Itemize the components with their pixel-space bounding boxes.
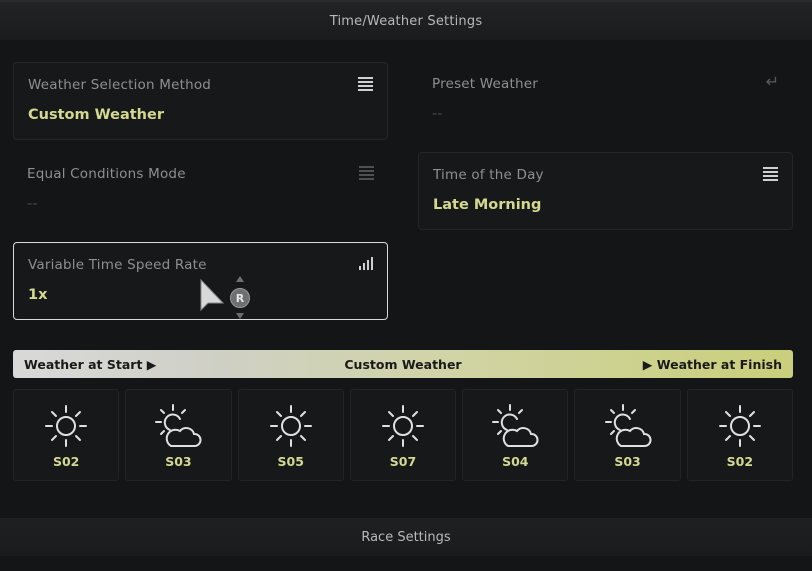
- weather-slot-code: S03: [165, 454, 192, 469]
- section-footer[interactable]: Race Settings: [0, 518, 812, 556]
- setting-value: --: [27, 196, 38, 212]
- weather-selection-method-setting[interactable]: Weather Selection Method Custom Weather: [13, 62, 388, 140]
- race-settings-label: Race Settings: [361, 529, 451, 545]
- weather-slot-code: S05: [277, 454, 304, 469]
- weather-slot[interactable]: S02: [686, 389, 793, 481]
- weather-slot-code: S07: [389, 454, 417, 469]
- weather-slots: S02 S03 S05 S07 S04 S03 S02: [13, 389, 793, 481]
- preset-weather-setting[interactable]: Preset Weather -- ↵: [418, 62, 793, 140]
- weather-slot[interactable]: S03: [574, 389, 681, 481]
- sun-cloud-icon: [492, 404, 539, 447]
- setting-label: Variable Time Speed Rate: [28, 257, 207, 273]
- setting-label: Equal Conditions Mode: [27, 166, 186, 182]
- weather-slot[interactable]: S05: [237, 389, 344, 481]
- menu-icon: [358, 77, 373, 93]
- setting-value: --: [432, 106, 443, 122]
- weather-slot-code: S03: [614, 454, 641, 469]
- setting-value: Custom Weather: [28, 107, 164, 123]
- setting-label: Preset Weather: [432, 76, 539, 92]
- menu-icon: [763, 167, 778, 183]
- weather-slot-code: S02: [726, 454, 754, 469]
- menu-icon: [359, 166, 374, 182]
- setting-label: Weather Selection Method: [28, 77, 212, 93]
- sun-cloud-icon: [155, 404, 202, 447]
- weather-slot-code: S04: [502, 454, 529, 469]
- sun-cloud-icon: [604, 404, 652, 447]
- weather-slot[interactable]: S04: [462, 389, 569, 481]
- return-icon: ↵: [765, 72, 779, 91]
- sun-icon: [381, 405, 424, 447]
- sun-icon: [269, 405, 312, 447]
- weather-slot-code: S02: [52, 454, 80, 469]
- weather-slot[interactable]: S02: [13, 389, 120, 481]
- weather-timeline-bar: Weather at Start ▶ Custom Weather ▶ Weat…: [13, 350, 793, 378]
- time-weather-settings-screen: Time/Weather Settings Weather Selection …: [0, 0, 812, 571]
- signal-bars-icon: [359, 257, 373, 270]
- section-title: Time/Weather Settings: [329, 13, 483, 29]
- sun-icon: [45, 405, 88, 447]
- sun-icon: [718, 405, 761, 447]
- weather-at-start-label: Weather at Start ▶: [24, 356, 157, 372]
- weather-slot[interactable]: S03: [125, 389, 232, 481]
- equal-conditions-mode-setting[interactable]: Equal Conditions Mode --: [13, 152, 388, 230]
- weather-slot[interactable]: S07: [349, 389, 457, 481]
- decrease-arrow-icon[interactable]: [236, 313, 244, 319]
- section-header: Time/Weather Settings: [0, 0, 812, 40]
- r-stick-button: R: [230, 288, 250, 308]
- increase-arrow-icon[interactable]: [236, 276, 244, 282]
- weather-at-finish-label: ▶ Weather at Finish: [642, 356, 782, 372]
- pointer-cursor-icon: [200, 279, 225, 312]
- time-of-day-setting[interactable]: Time of the Day Late Morning: [418, 152, 793, 230]
- setting-label: Time of the Day: [433, 167, 544, 183]
- setting-value: Late Morning: [433, 197, 542, 213]
